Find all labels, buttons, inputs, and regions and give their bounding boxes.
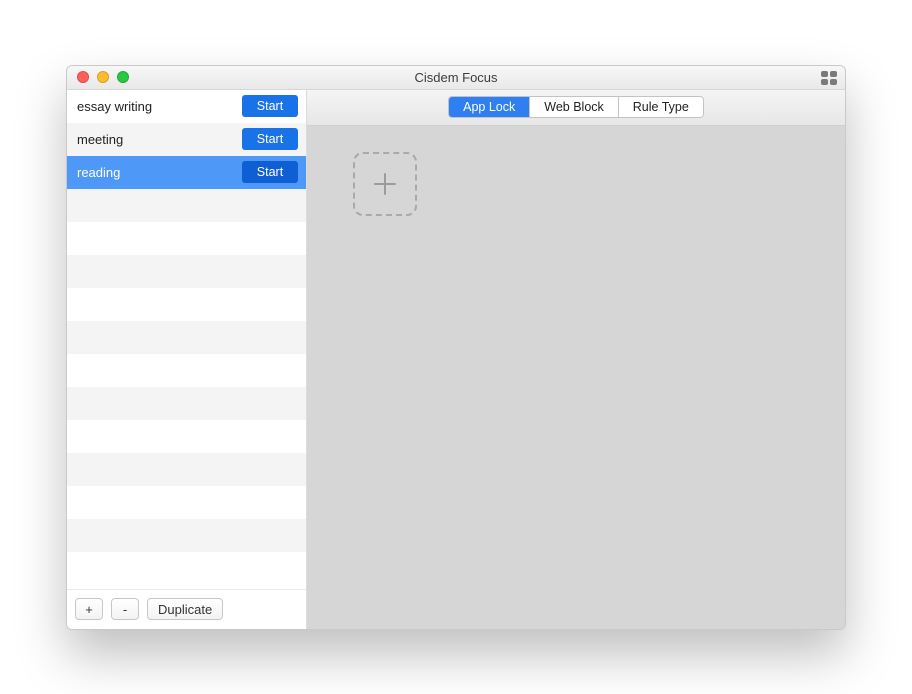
app-window: Cisdem Focus essay writing Start meeting… — [66, 65, 846, 630]
profile-list: essay writing Start meeting Start readin… — [67, 90, 306, 589]
start-button[interactable]: Start — [242, 95, 298, 117]
list-item[interactable]: meeting Start — [67, 123, 306, 156]
list-item — [67, 552, 306, 585]
list-item — [67, 255, 306, 288]
list-item — [67, 354, 306, 387]
tab-app-lock[interactable]: App Lock — [449, 97, 530, 117]
list-item — [67, 189, 306, 222]
sidebar-footer: + - Duplicate — [67, 589, 306, 629]
window-title: Cisdem Focus — [67, 70, 845, 85]
tab-rule-type[interactable]: Rule Type — [619, 97, 703, 117]
list-item-label: essay writing — [77, 99, 242, 114]
start-button[interactable]: Start — [242, 161, 298, 183]
remove-profile-button[interactable]: - — [111, 598, 139, 620]
minimize-icon[interactable] — [97, 71, 109, 83]
list-item-label: meeting — [77, 132, 242, 147]
list-item-label: reading — [77, 165, 242, 180]
main-pane: App Lock Web Block Rule Type — [307, 90, 845, 629]
list-item[interactable]: essay writing Start — [67, 90, 306, 123]
titlebar: Cisdem Focus — [67, 66, 845, 90]
list-item[interactable]: reading Start — [67, 156, 306, 189]
list-item — [67, 222, 306, 255]
list-item — [67, 387, 306, 420]
duplicate-button[interactable]: Duplicate — [147, 598, 223, 620]
list-item — [67, 519, 306, 552]
add-app-tile[interactable] — [353, 152, 417, 216]
content-area — [307, 126, 845, 629]
start-button[interactable]: Start — [242, 128, 298, 150]
list-item — [67, 420, 306, 453]
window-controls — [67, 71, 129, 83]
list-item — [67, 453, 306, 486]
list-item — [67, 486, 306, 519]
tab-bar: App Lock Web Block Rule Type — [307, 90, 845, 126]
list-item — [67, 288, 306, 321]
add-profile-button[interactable]: + — [75, 598, 103, 620]
plus-icon — [372, 171, 398, 197]
close-icon[interactable] — [77, 71, 89, 83]
tab-web-block[interactable]: Web Block — [530, 97, 619, 117]
grid-menu-icon[interactable] — [821, 71, 837, 85]
sidebar: essay writing Start meeting Start readin… — [67, 90, 307, 629]
segmented-control: App Lock Web Block Rule Type — [448, 96, 704, 118]
maximize-icon[interactable] — [117, 71, 129, 83]
window-body: essay writing Start meeting Start readin… — [67, 90, 845, 629]
list-item — [67, 321, 306, 354]
